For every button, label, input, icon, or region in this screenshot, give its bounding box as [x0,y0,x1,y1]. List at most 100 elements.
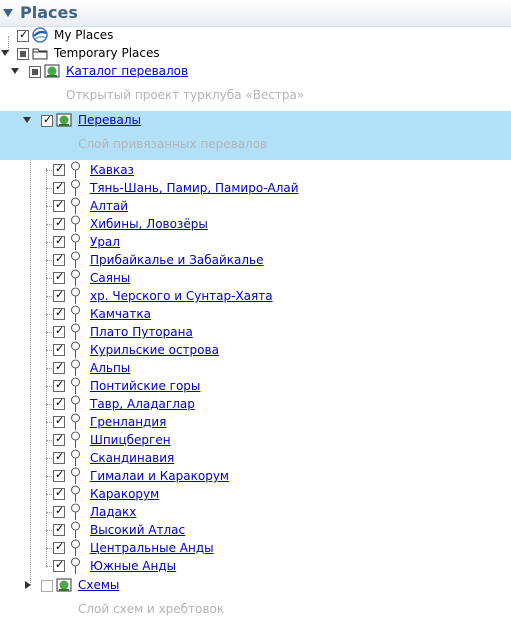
region-link[interactable]: Курильские острова [90,343,219,357]
expand-arrow-icon[interactable] [11,68,19,74]
tree-connector [46,242,52,243]
tree-item-catalog[interactable]: Каталог перевалов [0,63,511,81]
tree-connector [46,278,52,279]
region-checkbox[interactable]: ✓ [53,468,65,482]
tree-item-my-places[interactable]: ✓ My Places [0,27,511,45]
tree-item-passes[interactable]: ✓ Перевалы [0,112,511,130]
region-checkbox[interactable]: ✓ [53,252,65,266]
region-link[interactable]: Каракорум [90,487,159,501]
schemes-checkbox[interactable] [41,580,53,592]
region-item[interactable]: ✓ Плато Путорана [0,323,511,341]
region-checkbox[interactable]: ✓ [53,324,65,338]
region-link[interactable]: Гренландия [90,415,166,429]
collapse-triangle-icon[interactable] [3,9,13,17]
expand-arrow-icon[interactable] [23,117,31,123]
placemark-pin-icon [71,269,80,286]
tree-connector [46,188,52,189]
region-item[interactable]: ✓ Тавр, Аладаглар [0,395,511,413]
region-link[interactable]: Центральные Анды [90,541,214,555]
region-link[interactable]: Урал [90,235,120,249]
region-link[interactable]: Шпицберген [90,433,171,447]
network-link-icon [56,578,72,592]
region-item[interactable]: ✓ Курильские острова [0,341,511,359]
region-checkbox[interactable]: ✓ [53,558,65,572]
region-checkbox[interactable]: ✓ [53,414,65,428]
region-item[interactable]: ✓ Каракорум [0,485,511,503]
catalog-checkbox[interactable] [29,66,41,78]
region-checkbox[interactable]: ✓ [53,486,65,500]
region-item[interactable]: ✓ Гималаи и Каракорум [0,467,511,485]
region-checkbox[interactable]: ✓ [53,234,65,248]
region-checkbox[interactable]: ✓ [53,342,65,356]
tree-item-schemes[interactable]: Схемы [0,577,511,595]
region-item[interactable]: ✓ Шпицберген [0,431,511,449]
region-link[interactable]: Ладакх [90,505,136,519]
region-checkbox[interactable]: ✓ [53,288,65,302]
placemark-pin-icon [71,251,80,268]
region-item[interactable]: ✓ Урал [0,233,511,251]
region-checkbox[interactable]: ✓ [53,360,65,374]
region-link[interactable]: Камчатка [90,307,151,321]
region-item[interactable]: ✓ Камчатка [0,305,511,323]
region-item[interactable]: ✓ Южные Анды [0,557,511,575]
region-item[interactable]: ✓ Кавказ [0,161,511,179]
region-checkbox[interactable]: ✓ [53,162,65,176]
region-checkbox[interactable]: ✓ [53,540,65,554]
region-link[interactable]: Южные Анды [90,559,176,573]
tree-connector [46,332,52,333]
passes-checkbox[interactable]: ✓ [41,113,53,127]
region-checkbox[interactable]: ✓ [53,432,65,446]
region-checkbox[interactable]: ✓ [53,306,65,320]
expand-arrow-icon[interactable] [1,50,9,56]
region-link[interactable]: Понтийские горы [90,379,200,393]
region-item[interactable]: ✓ Ладакх [0,503,511,521]
schemes-link[interactable]: Схемы [78,578,119,592]
region-checkbox[interactable]: ✓ [53,396,65,410]
tree-item-temporary-places[interactable]: Temporary Places [0,45,511,63]
region-link[interactable]: Хибины, Ловозёры [90,217,208,231]
region-item[interactable]: ✓ Прибайкалье и Забайкалье [0,251,511,269]
region-checkbox[interactable]: ✓ [53,378,65,392]
region-item[interactable]: ✓ Высокий Атлас [0,521,511,539]
region-link[interactable]: Тавр, Аладаглар [90,397,195,411]
temporary-places-checkbox[interactable] [17,48,29,60]
region-link[interactable]: Алтай [90,199,128,213]
region-item[interactable]: ✓ Гренландия [0,413,511,431]
region-link[interactable]: хр. Черского и Сунтар-Хаята [90,289,273,303]
catalog-link[interactable]: Каталог перевалов [66,64,188,78]
my-places-checkbox[interactable]: ✓ [17,28,29,42]
folder-icon [32,48,48,60]
region-checkbox[interactable]: ✓ [53,504,65,518]
region-link[interactable]: Скандинавия [90,451,174,465]
network-link-icon [56,113,72,127]
region-checkbox[interactable]: ✓ [53,450,65,464]
placemark-pin-icon [71,377,80,394]
region-item[interactable]: ✓ хр. Черского и Сунтар-Хаята [0,287,511,305]
region-link[interactable]: Кавказ [90,163,134,177]
region-item[interactable]: ✓ Алтай [0,197,511,215]
region-item[interactable]: ✓ Тянь-Шань, Памир, Памиро-Алай [0,179,511,197]
region-link[interactable]: Тянь-Шань, Памир, Памиро-Алай [90,181,299,195]
passes-description: Слой привязанных перевалов [78,137,268,151]
region-item[interactable]: ✓ Скандинавия [0,449,511,467]
region-item[interactable]: ✓ Альпы [0,359,511,377]
region-link[interactable]: Альпы [90,361,130,375]
tree-connector [46,368,52,369]
region-link[interactable]: Высокий Атлас [90,523,185,537]
region-item[interactable]: ✓ Саяны [0,269,511,287]
expand-arrow-icon[interactable] [25,581,31,589]
region-checkbox[interactable]: ✓ [53,216,65,230]
region-link[interactable]: Саяны [90,271,130,285]
places-panel-header[interactable]: Places [0,0,511,27]
region-link[interactable]: Гималаи и Каракорум [90,469,229,483]
region-checkbox[interactable]: ✓ [53,180,65,194]
region-link[interactable]: Плато Путорана [90,325,193,339]
region-item[interactable]: ✓ Понтийские горы [0,377,511,395]
region-checkbox[interactable]: ✓ [53,522,65,536]
region-link[interactable]: Прибайкалье и Забайкалье [90,253,263,267]
region-checkbox[interactable]: ✓ [53,198,65,212]
region-item[interactable]: ✓ Центральные Анды [0,539,511,557]
region-item[interactable]: ✓ Хибины, Ловозёры [0,215,511,233]
passes-link[interactable]: Перевалы [78,113,141,127]
region-checkbox[interactable]: ✓ [53,270,65,284]
